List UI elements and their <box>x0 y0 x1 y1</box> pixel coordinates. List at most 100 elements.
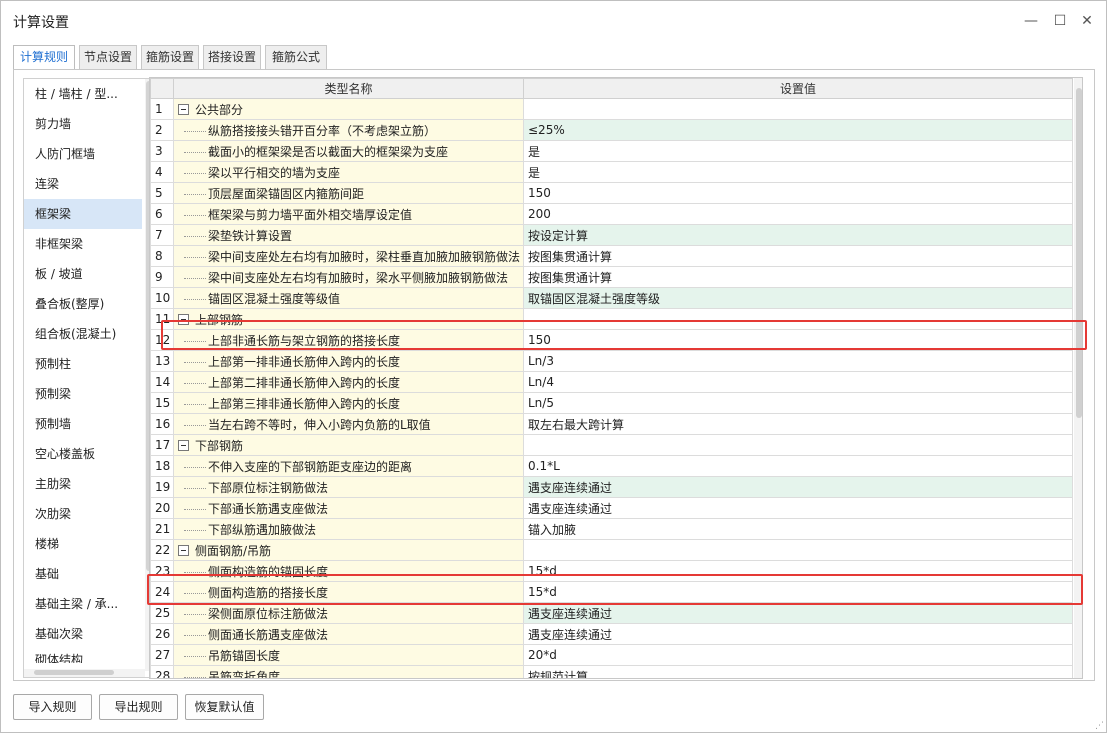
table-row[interactable]: 7 梁垫铁计算设置 按设定计算 <box>150 224 1073 246</box>
setting-value-cell[interactable] <box>523 98 1073 120</box>
sidebar-item[interactable]: 板 / 坡道 <box>24 259 142 289</box>
sidebar-item[interactable]: 柱 / 墙柱 / 型... <box>24 79 142 109</box>
close-icon[interactable]: ✕ <box>1073 9 1101 33</box>
export-rules-button[interactable]: 导出规则 <box>99 694 178 720</box>
table-row[interactable]: 25 梁侧面原位标注筋做法 遇支座连续通过 <box>150 602 1073 624</box>
sidebar-item[interactable]: 非框架梁 <box>24 229 142 259</box>
minimize-icon[interactable]: — <box>1017 9 1045 33</box>
tab-stirrup-formula[interactable]: 箍筋公式 <box>265 45 327 69</box>
setting-value-cell[interactable]: 是 <box>523 161 1073 183</box>
sidebar-item[interactable]: 预制梁 <box>24 379 142 409</box>
sidebar-item[interactable]: 预制墙 <box>24 409 142 439</box>
sidebar-item[interactable]: 叠合板(整厚) <box>24 289 142 319</box>
type-name-cell[interactable]: 梁中间支座处左右均有加腋时，梁柱垂直加腋加腋钢筋做法 <box>173 245 524 267</box>
sidebar-item[interactable]: 基础 <box>24 559 142 589</box>
table-row[interactable]: 18 不伸入支座的下部钢筋距支座边的距离 0.1*L <box>150 455 1073 477</box>
group-name-cell[interactable]: 上部钢筋 <box>173 308 524 330</box>
setting-value-cell[interactable]: 遇支座连续通过 <box>523 497 1073 519</box>
type-name-cell[interactable]: 下部原位标注钢筋做法 <box>173 476 524 498</box>
type-name-cell[interactable]: 框架梁与剪力墙平面外相交墙厚设定值 <box>173 203 524 225</box>
type-name-cell[interactable]: 侧面构造筋的锚固长度 <box>173 560 524 582</box>
type-name-cell[interactable]: 上部第三排非通长筋伸入跨内的长度 <box>173 392 524 414</box>
table-row[interactable]: 14 上部第二排非通长筋伸入跨内的长度 Ln/4 <box>150 371 1073 393</box>
table-row[interactable]: 8 梁中间支座处左右均有加腋时，梁柱垂直加腋加腋钢筋做法 按图集贯通计算 <box>150 245 1073 267</box>
table-row[interactable]: 22 侧面钢筋/吊筋 <box>150 539 1073 561</box>
sidebar-item[interactable]: 基础次梁 <box>24 619 142 649</box>
tab-lap-settings[interactable]: 搭接设置 <box>203 45 261 69</box>
type-name-cell[interactable]: 下部纵筋遇加腋做法 <box>173 518 524 540</box>
restore-defaults-button[interactable]: 恢复默认值 <box>185 694 264 720</box>
type-name-cell[interactable]: 锚固区混凝土强度等级值 <box>173 287 524 309</box>
type-name-cell[interactable]: 吊筋锚固长度 <box>173 644 524 666</box>
type-name-cell[interactable]: 梁侧面原位标注筋做法 <box>173 602 524 624</box>
setting-value-cell[interactable]: Ln/5 <box>523 392 1073 414</box>
setting-value-cell[interactable]: Ln/4 <box>523 371 1073 393</box>
table-row[interactable]: 10 锚固区混凝土强度等级值 取锚固区混凝土强度等级 <box>150 287 1073 309</box>
type-name-cell[interactable]: 梁中间支座处左右均有加腋时，梁水平侧腋加腋钢筋做法 <box>173 266 524 288</box>
setting-value-cell[interactable]: 200 <box>523 203 1073 225</box>
header-setting-value[interactable]: 设置值 <box>523 78 1073 99</box>
grid-vertical-scrollbar[interactable] <box>1074 78 1082 678</box>
group-name-cell[interactable]: 下部钢筋 <box>173 434 524 456</box>
maximize-icon[interactable]: ☐ <box>1046 9 1074 33</box>
collapse-toggle-icon[interactable] <box>178 313 189 325</box>
table-row[interactable]: 2 纵筋搭接接头错开百分率（不考虑架立筋） ≤25% <box>150 119 1073 141</box>
setting-value-cell[interactable] <box>523 539 1073 561</box>
sidebar-item[interactable]: 主肋梁 <box>24 469 142 499</box>
setting-value-cell[interactable]: 遇支座连续通过 <box>523 476 1073 498</box>
setting-value-cell[interactable]: 锚入加腋 <box>523 518 1073 540</box>
type-name-cell[interactable]: 侧面通长筋遇支座做法 <box>173 623 524 645</box>
type-name-cell[interactable]: 梁垫铁计算设置 <box>173 224 524 246</box>
table-row[interactable]: 27 吊筋锚固长度 20*d <box>150 644 1073 666</box>
sidebar-item[interactable]: 预制柱 <box>24 349 142 379</box>
table-row[interactable]: 13 上部第一排非通长筋伸入跨内的长度 Ln/3 <box>150 350 1073 372</box>
table-row[interactable]: 28 吊筋弯折角度 按规范计算 <box>150 665 1073 678</box>
setting-value-cell[interactable]: 按规范计算 <box>523 665 1073 678</box>
sidebar-item[interactable]: 人防门框墙 <box>24 139 142 169</box>
table-row[interactable]: 16 当左右跨不等时，伸入小跨内负筋的L取值 取左右最大跨计算 <box>150 413 1073 435</box>
table-row[interactable]: 6 框架梁与剪力墙平面外相交墙厚设定值 200 <box>150 203 1073 225</box>
import-rules-button[interactable]: 导入规则 <box>13 694 92 720</box>
tab-stirrup-settings[interactable]: 箍筋设置 <box>141 45 199 69</box>
type-name-cell[interactable]: 截面小的框架梁是否以截面大的框架梁为支座 <box>173 140 524 162</box>
setting-value-cell[interactable]: 0.1*L <box>523 455 1073 477</box>
setting-value-cell[interactable]: 遇支座连续通过 <box>523 602 1073 624</box>
table-row[interactable]: 24 侧面构造筋的搭接长度 15*d <box>150 581 1073 603</box>
table-row[interactable]: 17 下部钢筋 <box>150 434 1073 456</box>
type-name-cell[interactable]: 上部第一排非通长筋伸入跨内的长度 <box>173 350 524 372</box>
collapse-toggle-icon[interactable] <box>178 439 189 451</box>
setting-value-cell[interactable]: Ln/3 <box>523 350 1073 372</box>
type-name-cell[interactable]: 梁以平行相交的墙为支座 <box>173 161 524 183</box>
table-row[interactable]: 15 上部第三排非通长筋伸入跨内的长度 Ln/5 <box>150 392 1073 414</box>
setting-value-cell[interactable]: 遇支座连续通过 <box>523 623 1073 645</box>
resize-grip-icon[interactable]: ⋰ <box>1095 721 1105 731</box>
table-row[interactable]: 26 侧面通长筋遇支座做法 遇支座连续通过 <box>150 623 1073 645</box>
table-row[interactable]: 11 上部钢筋 <box>150 308 1073 330</box>
table-row[interactable]: 12 上部非通长筋与架立钢筋的搭接长度 150 <box>150 329 1073 351</box>
sidebar-item-selected[interactable]: 框架梁 <box>24 199 142 229</box>
table-row[interactable]: 5 顶层屋面梁锚固区内箍筋间距 150 <box>150 182 1073 204</box>
setting-value-cell[interactable] <box>523 434 1073 456</box>
setting-value-cell[interactable]: 按图集贯通计算 <box>523 266 1073 288</box>
table-row[interactable]: 9 梁中间支座处左右均有加腋时，梁水平侧腋加腋钢筋做法 按图集贯通计算 <box>150 266 1073 288</box>
table-row[interactable]: 4 梁以平行相交的墙为支座 是 <box>150 161 1073 183</box>
table-row[interactable]: 23 侧面构造筋的锚固长度 15*d <box>150 560 1073 582</box>
setting-value-cell[interactable]: 150 <box>523 182 1073 204</box>
type-name-cell[interactable]: 不伸入支座的下部钢筋距支座边的距离 <box>173 455 524 477</box>
table-row[interactable]: 3 截面小的框架梁是否以截面大的框架梁为支座 是 <box>150 140 1073 162</box>
sidebar-horizontal-scrollbar[interactable] <box>24 669 145 677</box>
setting-value-cell[interactable]: 150 <box>523 329 1073 351</box>
type-name-cell[interactable]: 上部第二排非通长筋伸入跨内的长度 <box>173 371 524 393</box>
type-name-cell[interactable]: 纵筋搭接接头错开百分率（不考虑架立筋） <box>173 119 524 141</box>
sidebar-item[interactable]: 次肋梁 <box>24 499 142 529</box>
sidebar-item[interactable]: 组合板(混凝土) <box>24 319 142 349</box>
sidebar-item[interactable]: 剪力墙 <box>24 109 142 139</box>
sidebar-hscroll-thumb[interactable] <box>34 670 114 675</box>
setting-value-cell[interactable]: 是 <box>523 140 1073 162</box>
group-name-cell[interactable]: 侧面钢筋/吊筋 <box>173 539 524 561</box>
setting-value-cell[interactable]: 取锚固区混凝土强度等级 <box>523 287 1073 309</box>
type-name-cell[interactable]: 顶层屋面梁锚固区内箍筋间距 <box>173 182 524 204</box>
grid-scroll-thumb[interactable] <box>1076 88 1082 418</box>
table-row[interactable]: 21 下部纵筋遇加腋做法 锚入加腋 <box>150 518 1073 540</box>
sidebar-item[interactable]: 连梁 <box>24 169 142 199</box>
